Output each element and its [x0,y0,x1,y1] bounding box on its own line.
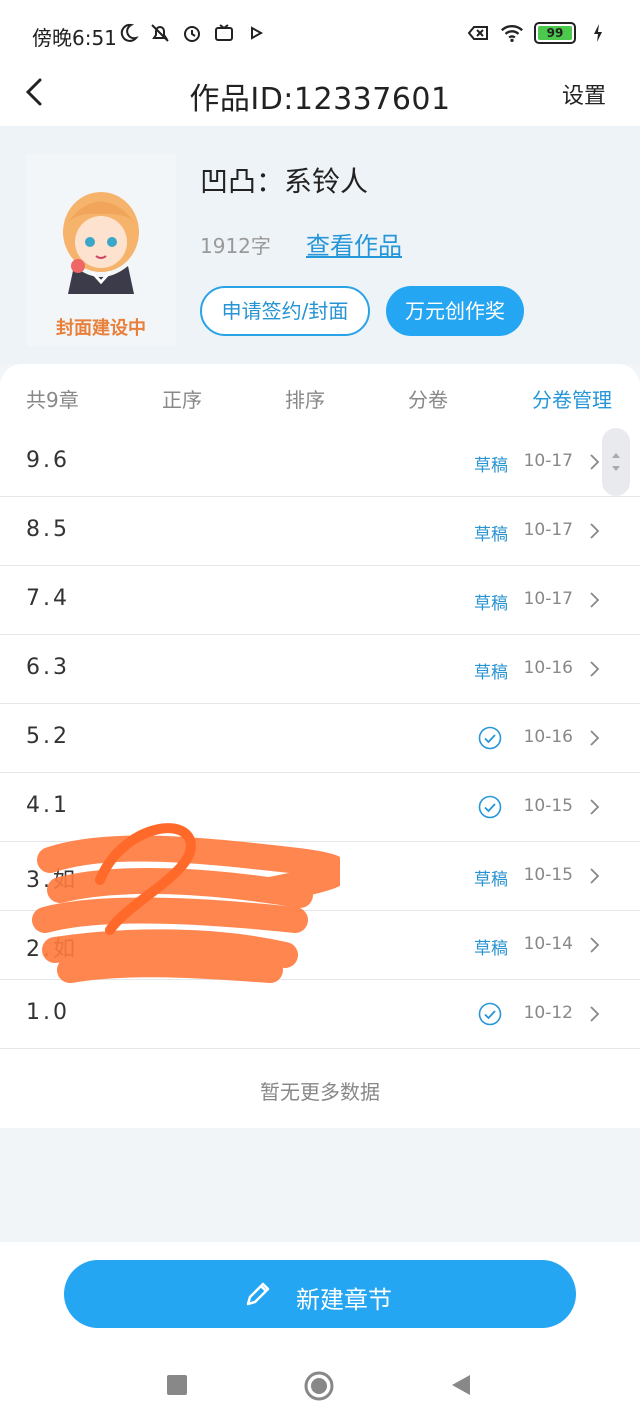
apply-contract-button[interactable]: 申请签约/封面 [200,286,370,336]
creation-award-button[interactable]: 万元创作奖 [386,286,524,336]
chevron-right-icon [590,523,600,539]
back-nav-button[interactable] [446,1370,476,1400]
chapter-row[interactable]: 6.3 草稿 10-16 [0,635,640,704]
chapter-date: 10-15 [523,865,573,885]
chapter-title: 1.0 [26,1000,70,1025]
chapter-row[interactable]: 4.1 10-15 [0,773,640,842]
chevron-right-icon [590,937,600,953]
chapter-panel: 共9章 正序 排序 分卷 分卷管理 9.6 草稿 10-17 8.5 草稿 10-17 7.… [0,364,640,1128]
work-cover[interactable]: 封面建设中 [26,154,176,346]
status-left-icons [116,20,268,46]
settings-button[interactable]: 设置 [562,78,606,110]
circle-icon [304,1371,334,1401]
chevron-right-icon [590,868,600,884]
cover-label: 封面建设中 [56,318,146,339]
chapter-row[interactable]: 8.5 草稿 10-17 [0,497,640,566]
chapter-row[interactable]: 1.0 10-12 [0,980,640,1049]
wifi-icon [500,20,524,46]
battery-icon: 99 [534,22,576,44]
chapter-date: 10-14 [523,934,573,954]
sim-off-icon [466,20,490,46]
chevron-right-icon [590,661,600,677]
chevron-right-icon [590,592,600,608]
order-button[interactable]: 正序 [162,384,202,413]
status-bar: 傍晚6:51 99 [0,0,640,66]
chapter-date: 10-15 [523,796,573,816]
charging-icon [586,20,610,46]
cover-illustration [63,192,139,294]
scroll-arrows-icon [612,453,620,471]
recents-button[interactable] [162,1370,192,1400]
chapter-title: 6.3 [26,655,70,680]
chapter-row[interactable]: 5.2 10-16 [0,704,640,773]
chapter-title: 3.如 [26,868,78,893]
chapter-row[interactable]: 9.6 草稿 10-17 [0,428,640,497]
nav-bar: 作品ID:12337601 设置 [0,66,640,126]
chapter-date: 10-16 [523,658,573,678]
draft-badge: 草稿 [474,525,508,545]
draft-badge: 草稿 [474,663,508,683]
chapter-title: 7.4 [26,586,70,611]
battery-level: 99 [538,26,572,40]
volume-button[interactable]: 分卷 [408,384,448,413]
chapter-date: 10-16 [523,727,573,747]
view-work-link[interactable]: 查看作品 [306,226,402,261]
chapter-toolbar: 共9章 正序 排序 分卷 分卷管理 [0,364,640,428]
volume-manage-button[interactable]: 分卷管理 [532,384,612,413]
work-title: 凹凸：系铃人 [200,165,369,198]
new-chapter-button[interactable]: 新建章节 [64,1260,576,1328]
chapter-row[interactable]: 2.如 草稿 10-14 [0,911,640,980]
chapter-title: 2.如 [26,937,78,962]
status-time: 傍晚6:51 [32,26,117,50]
draft-badge: 草稿 [474,456,508,476]
triangle-back-icon [452,1375,470,1395]
page-title: 作品ID:12337601 [189,82,451,117]
scroll-handle[interactable] [602,428,630,496]
draft-badge: 草稿 [474,870,508,890]
draft-badge: 草稿 [474,594,508,614]
draft-badge: 草稿 [474,939,508,959]
chevron-right-icon [590,799,600,815]
chapter-date: 10-17 [523,589,573,609]
work-info-card: 封面建设中 凹凸：系铃人 1912字 查看作品 申请签约/封面 万元创作奖 [0,126,640,364]
chevron-right-icon [590,730,600,746]
pencil-icon [246,1282,270,1306]
sort-button[interactable]: 排序 [285,384,325,413]
chapter-title: 4.1 [26,793,70,818]
chapter-date: 10-12 [523,1003,573,1023]
home-button[interactable] [303,1370,334,1401]
chapter-title: 9.6 [26,448,70,473]
square-icon [167,1375,187,1395]
published-check-icon [478,795,502,819]
chevron-right-icon [590,1006,600,1022]
chapter-date: 10-17 [523,520,573,540]
play-icon [244,20,268,46]
chevron-right-icon [590,454,600,470]
published-check-icon [478,1002,502,1026]
system-nav-bar [0,1350,640,1422]
list-end-text: 暂无更多数据 [260,1080,380,1104]
chapter-count: 共9章 [26,388,79,412]
tv-icon [212,20,236,46]
moon-icon [116,20,140,46]
word-count: 1912字 [200,234,271,258]
bell-off-icon [148,20,172,46]
chapter-row[interactable]: 3.如 草稿 10-15 [0,842,640,911]
chapter-date: 10-17 [523,451,573,471]
published-check-icon [478,726,502,750]
chapter-title: 5.2 [26,724,70,749]
chapter-title: 8.5 [26,517,70,542]
chapter-row[interactable]: 7.4 草稿 10-17 [0,566,640,635]
status-right-icons: 99 [466,20,610,46]
alarm-icon [180,20,204,46]
new-chapter-label: 新建章节 [296,1286,392,1314]
